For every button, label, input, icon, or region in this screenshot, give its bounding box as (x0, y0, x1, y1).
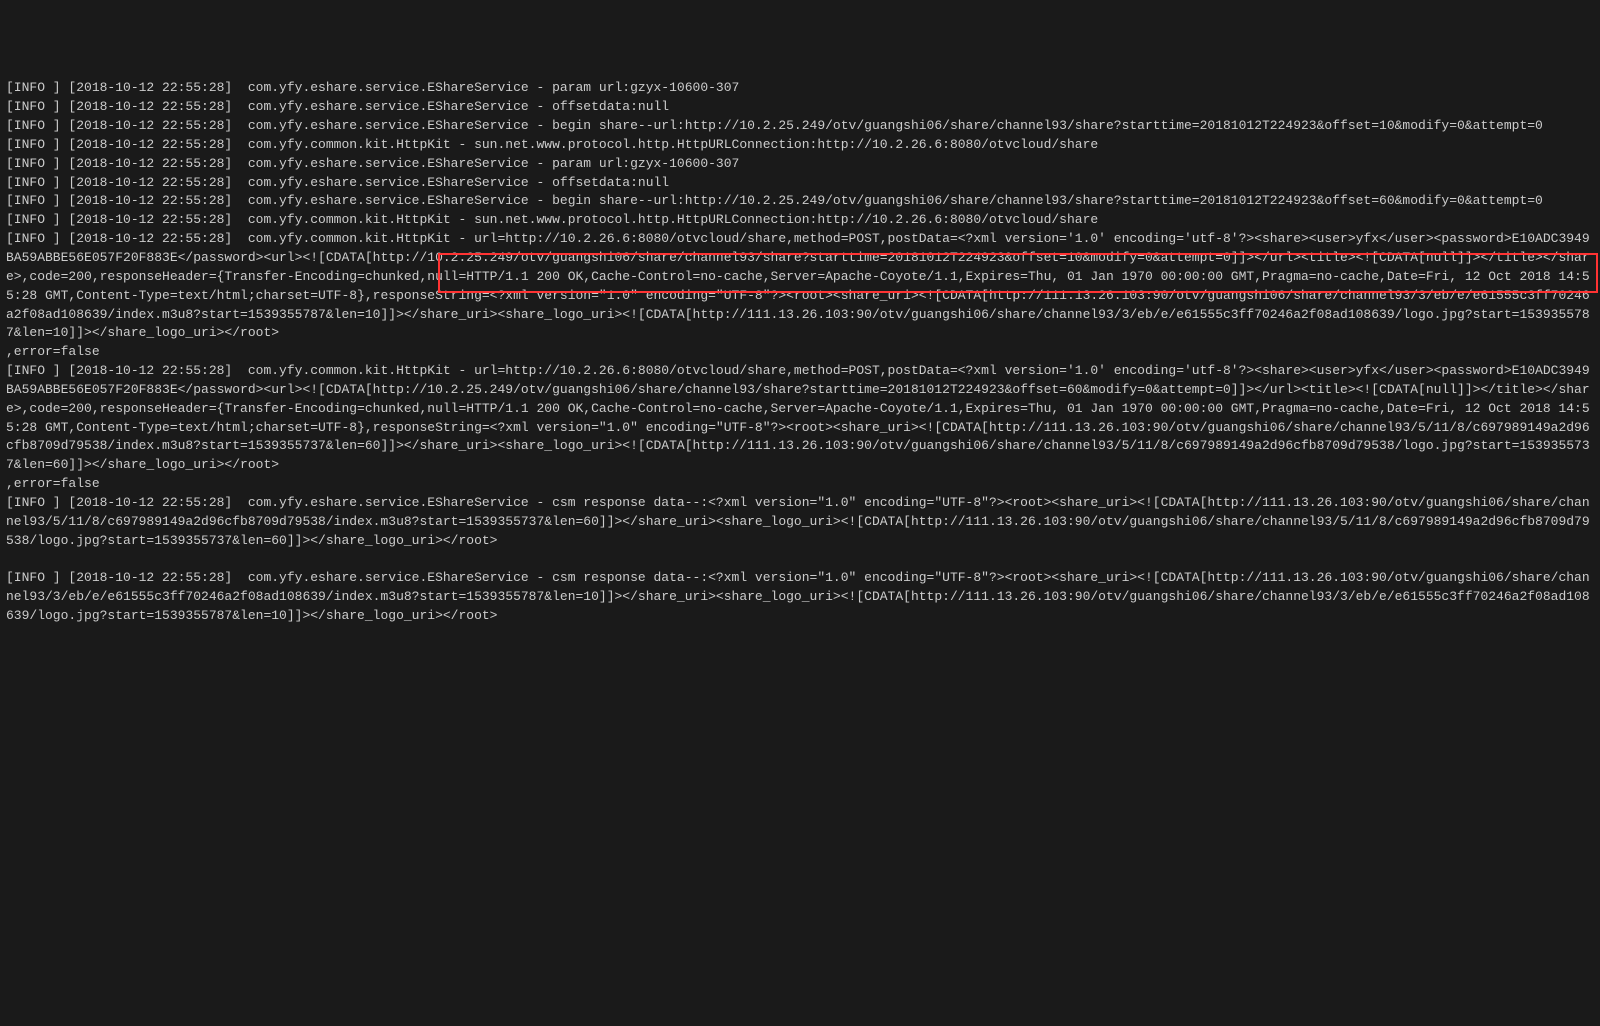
log-output-container: [INFO ] [2018-10-12 22:55:28] com.yfy.es… (6, 79, 1594, 927)
highlight-annotation (438, 253, 1598, 293)
